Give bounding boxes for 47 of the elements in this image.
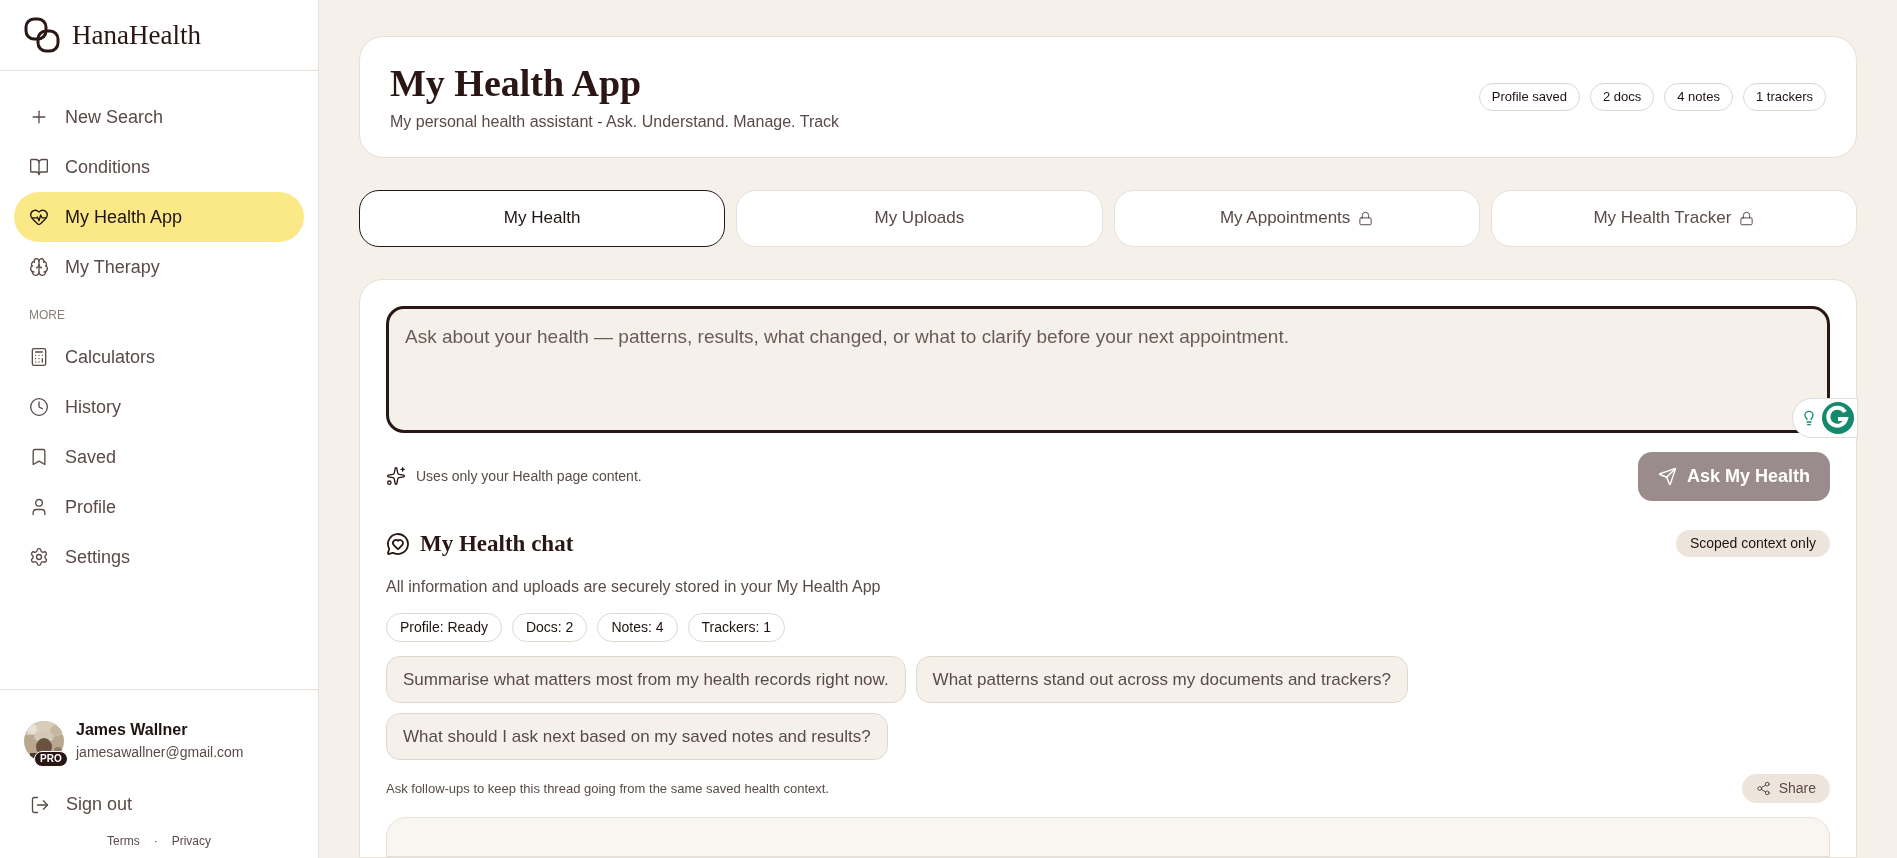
lightbulb-icon [1801,409,1817,426]
chat-heart-icon [386,531,410,556]
user-name: James Wallner [76,720,189,740]
privacy-link[interactable]: Privacy [171,832,211,850]
sidebar-item[interactable]: New Search [14,92,304,142]
sidebar-item[interactable]: Calculators [14,332,304,382]
sidebar-item[interactable]: My Therapy [14,242,304,292]
suggestion-chip[interactable]: Summarise what matters most from my health records right now. [386,656,906,703]
suggestion-chip[interactable]: What patterns stand out across my documents and trackers? [915,656,1408,703]
sign-out-button[interactable]: Sign out [24,791,294,818]
g-logo-icon [1821,400,1855,435]
heart-pulse-icon [29,207,49,227]
separator: · [153,833,158,850]
scope-note: Uses only your Health page content. [416,466,642,486]
user-email: jamesawallner@gmail.com [76,743,244,762]
tab[interactable]: My Appointments [1113,189,1480,247]
tab[interactable]: My Uploads [736,189,1103,247]
sidebar-item[interactable]: My Health App [14,192,304,242]
sidebar-item[interactable]: Conditions [14,142,304,192]
tab[interactable]: My Health [359,189,726,247]
settings-icon [29,547,49,567]
page-subtitle: My personal health assistant - Ask. Understand. Manage. Track [390,111,840,132]
send-icon [1657,466,1677,486]
share-button[interactable]: Share [1741,774,1830,803]
clock-icon [29,397,49,417]
logo-icon [24,17,60,53]
brand-name: HanaHealth [72,18,201,52]
book-icon [29,157,49,177]
scope-badge: Scoped context only [1675,530,1830,558]
brain-icon [29,257,49,277]
share-icon [1755,781,1771,796]
section-label: MORE [28,307,66,324]
suggestion-chip[interactable]: What should I ask next based on my saved notes and results? [386,713,888,760]
sidebar-item[interactable]: Profile [14,482,304,532]
terms-link[interactable]: Terms [107,832,140,850]
follow-up-hint: Ask follow-ups to keep this thread going from the same saved health context. [386,779,829,798]
sidebar-item[interactable]: Saved [14,432,304,482]
tab[interactable]: My Health Tracker [1490,189,1857,247]
grammar-widget[interactable] [1792,397,1858,438]
page-title: My Health App [390,60,643,106]
sidebar-item[interactable]: Settings [14,532,304,582]
sign-out-icon [30,794,50,815]
chat-description: All information and uploads are securely stored in your My Health App [386,577,882,597]
calculator-icon [29,347,49,367]
sparkles-icon [386,466,406,486]
chat-title: My Health chat [420,529,574,558]
sidebar-item[interactable]: History [14,382,304,432]
